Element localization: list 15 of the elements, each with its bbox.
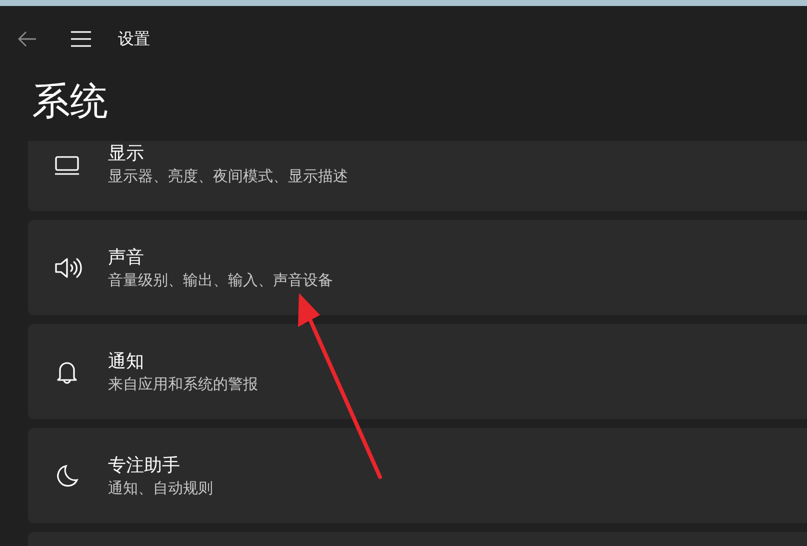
settings-card[interactable]: 显示 显示器、亮度、夜间模式、显示描述 [28, 141, 807, 211]
setting-description: 显示器、亮度、夜间模式、显示描述 [108, 167, 348, 186]
setting-title: 声音 [108, 246, 145, 269]
window-title: 设置 [118, 28, 150, 50]
menu-icon[interactable] [70, 28, 92, 50]
settings-card[interactable]: 专注助手 通知、自动规则 [28, 428, 807, 523]
settings-card[interactable]: 声音 音量级别、输出、输入、声音设备 [28, 220, 807, 315]
setting-title: 通知 [108, 350, 145, 373]
setting-description: 来自应用和系统的警报 [108, 375, 258, 394]
setting-title: 专注助手 [108, 454, 181, 477]
setting-description: 音量级别、输出、输入、声音设备 [108, 271, 333, 290]
page-title: 系统 [32, 78, 109, 125]
setting-description: 通知、自动规则 [108, 479, 213, 498]
settings-card[interactable]: 通知 来自应用和系统的警报 [28, 324, 807, 419]
setting-title: 显示 [108, 142, 145, 165]
